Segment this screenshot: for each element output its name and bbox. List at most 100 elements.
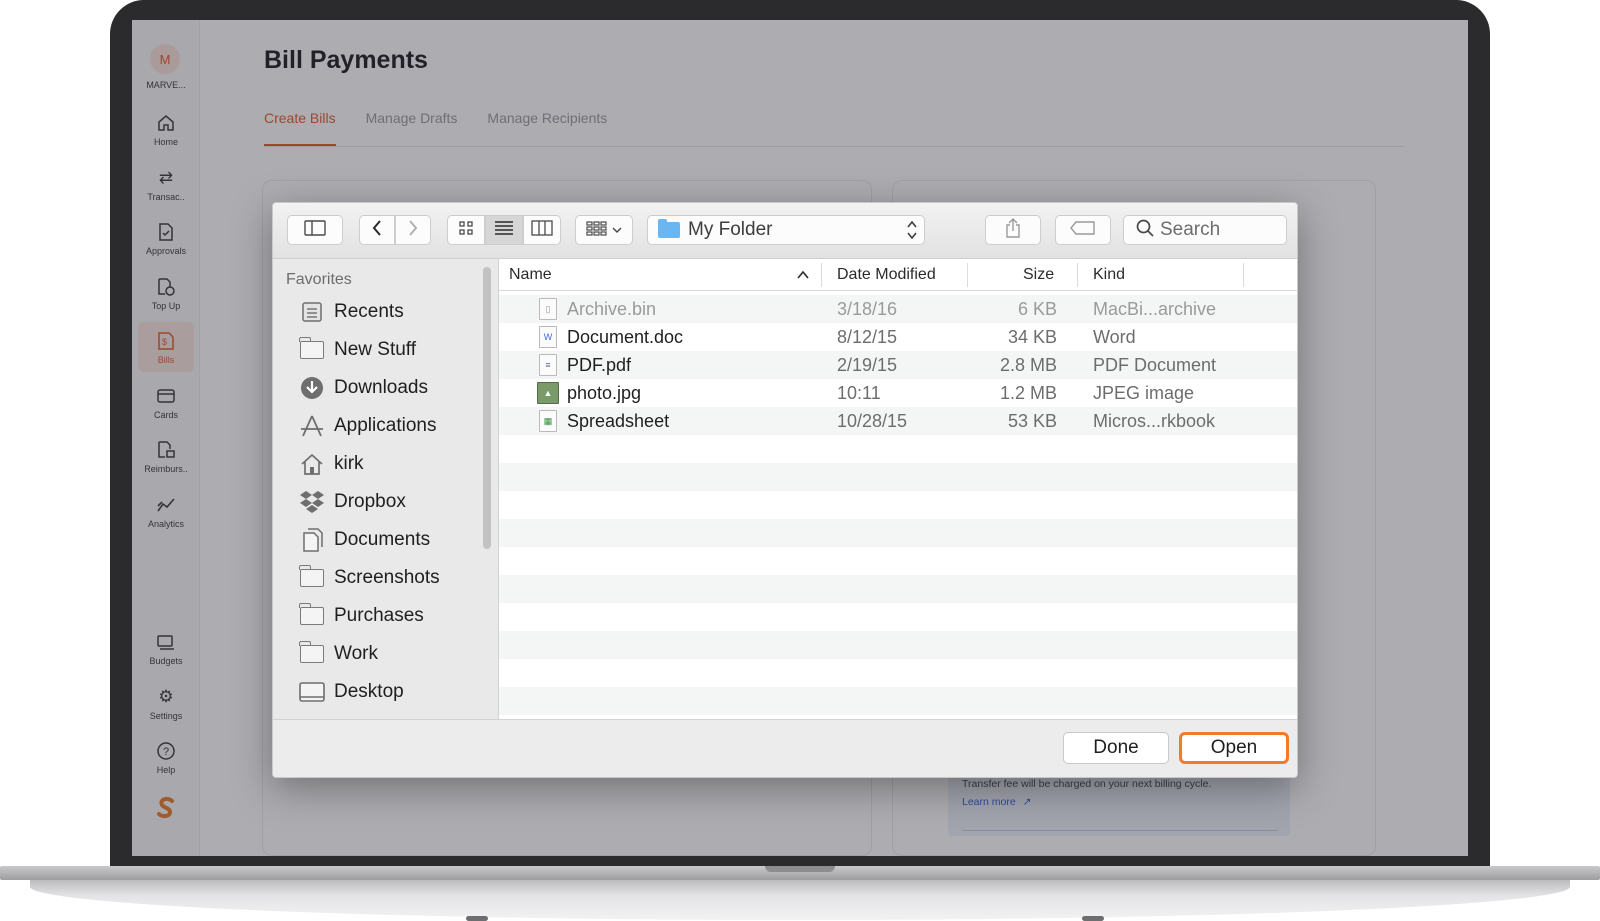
sidebar-item-kirk[interactable]: kirk bbox=[298, 447, 488, 481]
list-view-icon bbox=[494, 220, 514, 241]
column-header-name[interactable]: Name bbox=[509, 266, 552, 284]
sidebar-item-documents[interactable]: Documents bbox=[298, 523, 488, 557]
sidebar-item-dropbox[interactable]: Dropbox bbox=[298, 485, 488, 519]
folder-icon bbox=[298, 641, 326, 666]
sidebar-item-label: Desktop bbox=[334, 681, 404, 702]
column-header-date-modified[interactable]: Date Modified bbox=[837, 266, 936, 284]
downloads-icon bbox=[298, 376, 326, 400]
share-icon bbox=[1005, 217, 1021, 243]
file-row[interactable]: ▲ photo.jpg 10:11 1.2 MB JPEG image bbox=[499, 379, 1297, 407]
empty-row bbox=[499, 659, 1297, 687]
file-date: 10:11 bbox=[837, 383, 881, 403]
sidebar-item-label: Downloads bbox=[334, 377, 428, 398]
file-row[interactable]: W Document.doc 8/12/15 34 KB Word bbox=[499, 323, 1297, 351]
column-header-size[interactable]: Size bbox=[1023, 266, 1054, 284]
column-view-button[interactable] bbox=[523, 215, 561, 245]
list-view-button[interactable] bbox=[485, 215, 523, 245]
sidebar-item-new-stuff[interactable]: New Stuff bbox=[298, 333, 488, 367]
file-row[interactable]: ▯ Archive.bin 3/18/16 6 KB MacBi...archi… bbox=[499, 295, 1297, 323]
column-separator[interactable] bbox=[1243, 263, 1244, 287]
file-size: 6 KB bbox=[1017, 299, 1057, 319]
sort-ascending-icon bbox=[797, 267, 809, 285]
file-kind: PDF Document bbox=[1093, 355, 1217, 375]
file-date: 10/28/15 bbox=[837, 411, 908, 431]
file-kind: Micros...rkbook bbox=[1093, 411, 1216, 431]
location-dropdown[interactable]: My Folder bbox=[647, 215, 925, 245]
documents-icon bbox=[298, 528, 326, 552]
spreadsheet-icon: ▦ bbox=[539, 410, 557, 432]
tag-button[interactable] bbox=[1055, 215, 1111, 245]
file-name: Document.doc bbox=[567, 327, 684, 347]
sidebar-item-work[interactable]: Work bbox=[298, 637, 488, 671]
icon-view-button[interactable] bbox=[447, 215, 485, 245]
sidebar-item-screenshots[interactable]: Screenshots bbox=[298, 561, 488, 595]
sidebar-item-label: Screenshots bbox=[334, 567, 440, 588]
folder-icon bbox=[298, 603, 326, 628]
binary-file-icon: ▯ bbox=[539, 298, 557, 320]
file-date: 2/19/15 bbox=[837, 355, 898, 375]
file-size: 1.2 MB bbox=[999, 383, 1057, 403]
sidebar-item-label: Purchases bbox=[334, 605, 424, 626]
back-button[interactable] bbox=[359, 215, 395, 245]
file-kind: JPEG image bbox=[1093, 383, 1195, 403]
screen: M MARVE... Home ⇄ Transac.. Approvals To… bbox=[132, 20, 1468, 856]
laptop-notch bbox=[765, 866, 835, 872]
column-separator[interactable] bbox=[967, 263, 968, 287]
file-name: photo.jpg bbox=[567, 383, 642, 403]
group-by-button[interactable] bbox=[575, 215, 633, 245]
home-icon bbox=[298, 452, 326, 476]
forward-button[interactable] bbox=[395, 215, 431, 245]
column-separator[interactable] bbox=[821, 263, 822, 287]
file-name: Spreadsheet bbox=[567, 411, 670, 431]
favorites-sidebar: Favorites Recents New Stuff Downloads Ap… bbox=[273, 259, 499, 719]
chevron-left-icon bbox=[372, 219, 382, 241]
file-name: PDF.pdf bbox=[567, 355, 632, 375]
sidebar-toggle-button[interactable] bbox=[287, 215, 343, 245]
empty-row bbox=[499, 547, 1297, 575]
empty-row bbox=[499, 463, 1297, 491]
empty-row bbox=[499, 603, 1297, 631]
empty-row bbox=[499, 687, 1297, 715]
file-row[interactable]: ▦ Spreadsheet 10/28/15 53 KB Micros...rk… bbox=[499, 407, 1297, 435]
group-grid-icon bbox=[586, 220, 608, 241]
tag-icon bbox=[1070, 220, 1096, 240]
location-label: My Folder bbox=[688, 219, 773, 240]
chevron-right-icon bbox=[408, 219, 418, 241]
column-separator[interactable] bbox=[1077, 263, 1078, 287]
file-size: 2.8 MB bbox=[999, 355, 1057, 375]
dialog-footer: Done Open bbox=[273, 719, 1297, 777]
sidebar-item-label: Work bbox=[334, 643, 378, 664]
file-list: Name Date Modified Size Kind ▯ Archive.b… bbox=[499, 259, 1297, 719]
sidebar-item-recents[interactable]: Recents bbox=[298, 295, 488, 329]
dialog-toolbar: My Folder bbox=[273, 203, 1297, 259]
file-kind: Word bbox=[1093, 327, 1136, 347]
sidebar-item-label: kirk bbox=[334, 453, 364, 474]
column-header-kind[interactable]: Kind bbox=[1093, 266, 1125, 284]
sidebar-item-label: Applications bbox=[334, 415, 437, 436]
search-input[interactable] bbox=[1160, 219, 1280, 241]
file-open-dialog: My Folder Search Favorites Recents New S… bbox=[272, 202, 1298, 778]
empty-row bbox=[499, 575, 1297, 603]
sidebar-scrollbar[interactable] bbox=[483, 267, 491, 549]
share-button[interactable] bbox=[985, 215, 1041, 245]
file-kind: MacBi...archive bbox=[1093, 299, 1217, 319]
favorites-heading: Favorites bbox=[286, 271, 352, 288]
sidebar-item-applications[interactable]: Applications bbox=[298, 409, 488, 443]
applications-icon bbox=[298, 414, 326, 438]
sidebar-item-downloads[interactable]: Downloads bbox=[298, 371, 488, 405]
laptop-foot bbox=[466, 916, 488, 921]
image-file-icon: ▲ bbox=[537, 382, 559, 404]
done-button[interactable]: Done bbox=[1063, 732, 1169, 764]
file-row[interactable]: ≡ PDF.pdf 2/19/15 2.8 MB PDF Document bbox=[499, 351, 1297, 379]
sidebar-item-purchases[interactable]: Purchases bbox=[298, 599, 488, 633]
empty-row bbox=[499, 519, 1297, 547]
sidebar-item-label: Recents bbox=[334, 301, 404, 322]
open-button[interactable]: Open bbox=[1179, 732, 1289, 764]
file-size: 34 KB bbox=[1007, 327, 1057, 347]
sidebar-item-desktop[interactable]: Desktop bbox=[298, 675, 488, 709]
sidebar-item-label: Dropbox bbox=[334, 491, 406, 512]
file-size: 53 KB bbox=[1007, 411, 1057, 431]
search-field[interactable] bbox=[1123, 215, 1287, 245]
laptop-base bbox=[0, 866, 1600, 921]
chevron-down-icon bbox=[612, 221, 622, 239]
